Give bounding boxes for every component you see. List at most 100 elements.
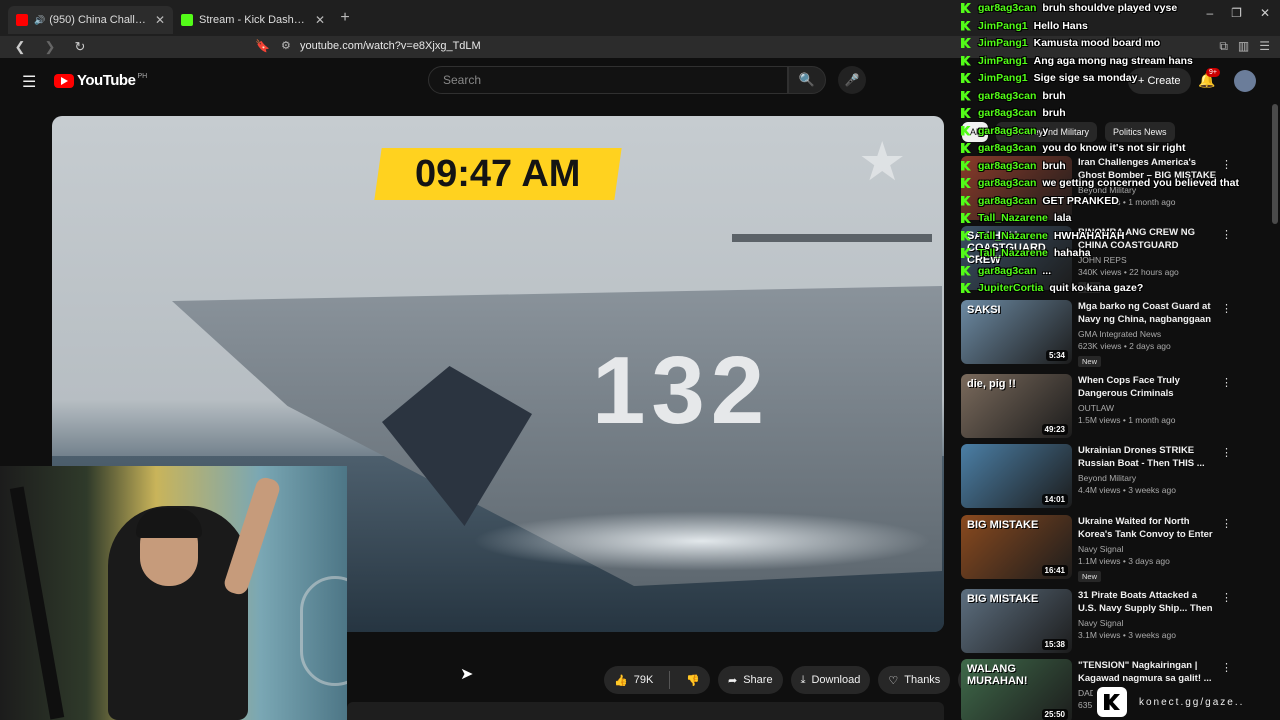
video-title[interactable]: Ukraine Waited for North Korea's Tank Co… bbox=[1078, 515, 1218, 541]
new-tab-button[interactable]: + bbox=[333, 9, 357, 27]
streamer-hair bbox=[136, 508, 202, 538]
chat-username[interactable]: gar8ag3can bbox=[978, 142, 1036, 154]
reload-icon[interactable]: ↻ bbox=[70, 39, 90, 55]
chat-username[interactable]: gar8ag3can bbox=[978, 177, 1036, 189]
tab-kick-dashboard[interactable]: Stream - Kick Dashboard ✕ bbox=[173, 6, 333, 34]
channel-name[interactable]: Beyond Military bbox=[1078, 473, 1218, 483]
video-info: Ukrainian Drones STRIKE Russian Boat - T… bbox=[1078, 444, 1218, 495]
menu-icon[interactable]: ☰ bbox=[1259, 39, 1270, 54]
channel-name[interactable]: Navy Signal bbox=[1078, 544, 1218, 554]
thanks-button[interactable]: ♡ Thanks bbox=[878, 666, 951, 694]
guide-menu-icon[interactable]: ☰ bbox=[22, 72, 36, 92]
kick-logo-icon bbox=[1097, 687, 1127, 717]
extensions-icon[interactable]: ⧉ bbox=[1219, 39, 1228, 54]
channel-name[interactable]: GMA Integrated News bbox=[1078, 329, 1218, 339]
channel-name[interactable]: Navy Signal bbox=[1078, 618, 1218, 628]
recommended-video[interactable]: BIG MISTAKE 16:41 Ukraine Waited for North… bbox=[961, 515, 1261, 582]
chat-username[interactable]: gar8ag3can bbox=[978, 125, 1036, 137]
like-button[interactable]: 👍 79K bbox=[604, 666, 663, 694]
video-thumbnail[interactable]: 14:01 bbox=[961, 444, 1072, 508]
kebab-menu-icon[interactable]: ⋮ bbox=[1221, 517, 1232, 530]
chat-text: bruh bbox=[1042, 107, 1066, 119]
chat-username[interactable]: gar8ag3can bbox=[978, 195, 1036, 207]
video-title[interactable]: Mga barko ng Coast Guard at Navy ng Chin… bbox=[1078, 300, 1218, 326]
new-badge: New bbox=[1078, 356, 1102, 367]
recommended-video[interactable]: SAKSI 5:34 Mga barko ng Coast Guard at Nav… bbox=[961, 300, 1261, 367]
chat-username[interactable]: gar8ag3can bbox=[978, 107, 1036, 119]
chip-politics-news[interactable]: Politics News bbox=[1105, 122, 1175, 142]
notifications-button[interactable]: 🔔 9+ bbox=[1198, 68, 1220, 89]
video-duration: 49:23 bbox=[1041, 424, 1068, 435]
site-info-icon[interactable]: ⚙ bbox=[281, 39, 291, 52]
video-title[interactable]: "TENSION" Nagkairingan | Kagawad nagmura… bbox=[1078, 659, 1218, 685]
video-thumbnail[interactable]: BIG MISTAKE 15:38 bbox=[961, 589, 1072, 653]
video-title[interactable]: 31 Pirate Boats Attacked a U.S. Navy Sup… bbox=[1078, 589, 1218, 615]
chat-username[interactable]: gar8ag3can bbox=[978, 160, 1036, 172]
forward-icon[interactable]: ❯ bbox=[40, 39, 60, 55]
video-meta: 4.4M views • 3 weeks ago bbox=[1078, 485, 1176, 495]
logo-text: YouTube bbox=[77, 72, 136, 89]
kebab-menu-icon[interactable]: ⋮ bbox=[1221, 376, 1232, 389]
chat-username[interactable]: JimPang1 bbox=[978, 55, 1028, 67]
kebab-menu-icon[interactable]: ⋮ bbox=[1221, 158, 1232, 171]
url-field[interactable]: youtube.com/watch?v=e8Xjxg_TdLM bbox=[300, 40, 481, 52]
close-tab-icon[interactable]: ✕ bbox=[155, 13, 165, 27]
video-thumbnail[interactable]: die, pig !! 49:23 bbox=[961, 374, 1072, 438]
chat-username[interactable]: gar8ag3can bbox=[978, 90, 1036, 102]
chat-message: Tall_Nazarene lala bbox=[961, 210, 1071, 226]
recommended-video[interactable]: 14:01 Ukrainian Drones STRIKE Russian Boa… bbox=[961, 444, 1261, 510]
video-time-overlay: 09:47 AM bbox=[374, 148, 622, 200]
dislike-button[interactable]: 👎 bbox=[676, 666, 710, 694]
search-input[interactable]: Search bbox=[428, 66, 788, 94]
scrollbar[interactable] bbox=[1272, 104, 1278, 224]
tab-youtube[interactable]: 🔊 (950) China Challenged US N ✕ bbox=[8, 6, 173, 34]
chat-message: gar8ag3can bruh shouldve played vyse bbox=[961, 0, 1177, 16]
chat-username[interactable]: JupiterCortia bbox=[978, 282, 1043, 294]
thumbnail-text: die, pig !! bbox=[967, 378, 1016, 390]
kebab-menu-icon[interactable]: ⋮ bbox=[1221, 661, 1232, 674]
chat-username[interactable]: Tall_Nazarene bbox=[978, 247, 1048, 259]
share-button[interactable]: ➦ Share bbox=[717, 666, 783, 694]
chat-message: gar8ag3can GET PRANKED bbox=[961, 193, 1119, 209]
video-meta: 340K views • 22 hours ago bbox=[1078, 267, 1179, 277]
thumbnail-text: BIG MISTAKE bbox=[967, 593, 1039, 605]
video-title[interactable]: Ukrainian Drones STRIKE Russian Boat - T… bbox=[1078, 444, 1218, 470]
kebab-menu-icon[interactable]: ⋮ bbox=[1221, 446, 1232, 459]
search-button[interactable]: 🔍 bbox=[788, 66, 826, 94]
chat-username[interactable]: gar8ag3can bbox=[978, 265, 1036, 277]
close-tab-icon[interactable]: ✕ bbox=[315, 13, 325, 27]
kebab-menu-icon[interactable]: ⋮ bbox=[1221, 302, 1232, 315]
download-button[interactable]: ⤓ Download bbox=[790, 666, 871, 694]
sidebar-icon[interactable]: ▥ bbox=[1238, 39, 1249, 54]
video-title[interactable]: When Cops Face Truly Dangerous Criminals bbox=[1078, 374, 1218, 400]
chat-username[interactable]: Tall_Nazarene bbox=[978, 230, 1048, 242]
chat-username[interactable]: JimPang1 bbox=[978, 20, 1028, 32]
share-label: Share bbox=[743, 674, 773, 686]
close-window-button[interactable]: ✕ bbox=[1260, 6, 1270, 20]
kebab-menu-icon[interactable]: ⋮ bbox=[1221, 591, 1232, 604]
video-duration: 5:34 bbox=[1045, 350, 1068, 361]
chat-username[interactable]: Tall_Nazarene bbox=[978, 212, 1048, 224]
recommended-video[interactable]: die, pig !! 49:23 When Cops Face Truly Dan… bbox=[961, 374, 1261, 440]
bookmark-icon[interactable]: 🔖 bbox=[255, 39, 270, 53]
chat-text: bruh bbox=[1042, 159, 1066, 172]
recommended-video[interactable]: BIG MISTAKE 15:38 31 Pirate Boats Attacked… bbox=[961, 589, 1261, 655]
avatar[interactable] bbox=[1234, 70, 1256, 92]
video-thumbnail[interactable]: BIG MISTAKE 16:41 bbox=[961, 515, 1072, 579]
description-box[interactable] bbox=[347, 702, 944, 720]
chat-username[interactable]: gar8ag3can bbox=[978, 2, 1036, 14]
maximize-button[interactable]: ❐ bbox=[1231, 6, 1242, 20]
kebab-menu-icon[interactable]: ⋮ bbox=[1221, 228, 1232, 241]
channel-name[interactable]: OUTLAW bbox=[1078, 403, 1218, 413]
channel-name[interactable]: JOHN REPS bbox=[1078, 255, 1218, 265]
youtube-logo[interactable]: YouTube PH bbox=[54, 72, 147, 89]
back-icon[interactable]: ❮ bbox=[10, 39, 30, 55]
channel-label: Navy Signal bbox=[1078, 544, 1124, 554]
video-thumbnail[interactable]: WALANG MURAHAN! 25:50 bbox=[961, 659, 1072, 720]
chat-username[interactable]: JimPang1 bbox=[978, 72, 1028, 84]
voice-search-button[interactable]: 🎤 bbox=[838, 66, 866, 94]
minimize-button[interactable]: – bbox=[1206, 6, 1213, 20]
video-thumbnail[interactable]: SAKSI 5:34 bbox=[961, 300, 1072, 364]
chat-username[interactable]: JimPang1 bbox=[978, 37, 1028, 49]
kick-badge-icon bbox=[961, 283, 971, 293]
